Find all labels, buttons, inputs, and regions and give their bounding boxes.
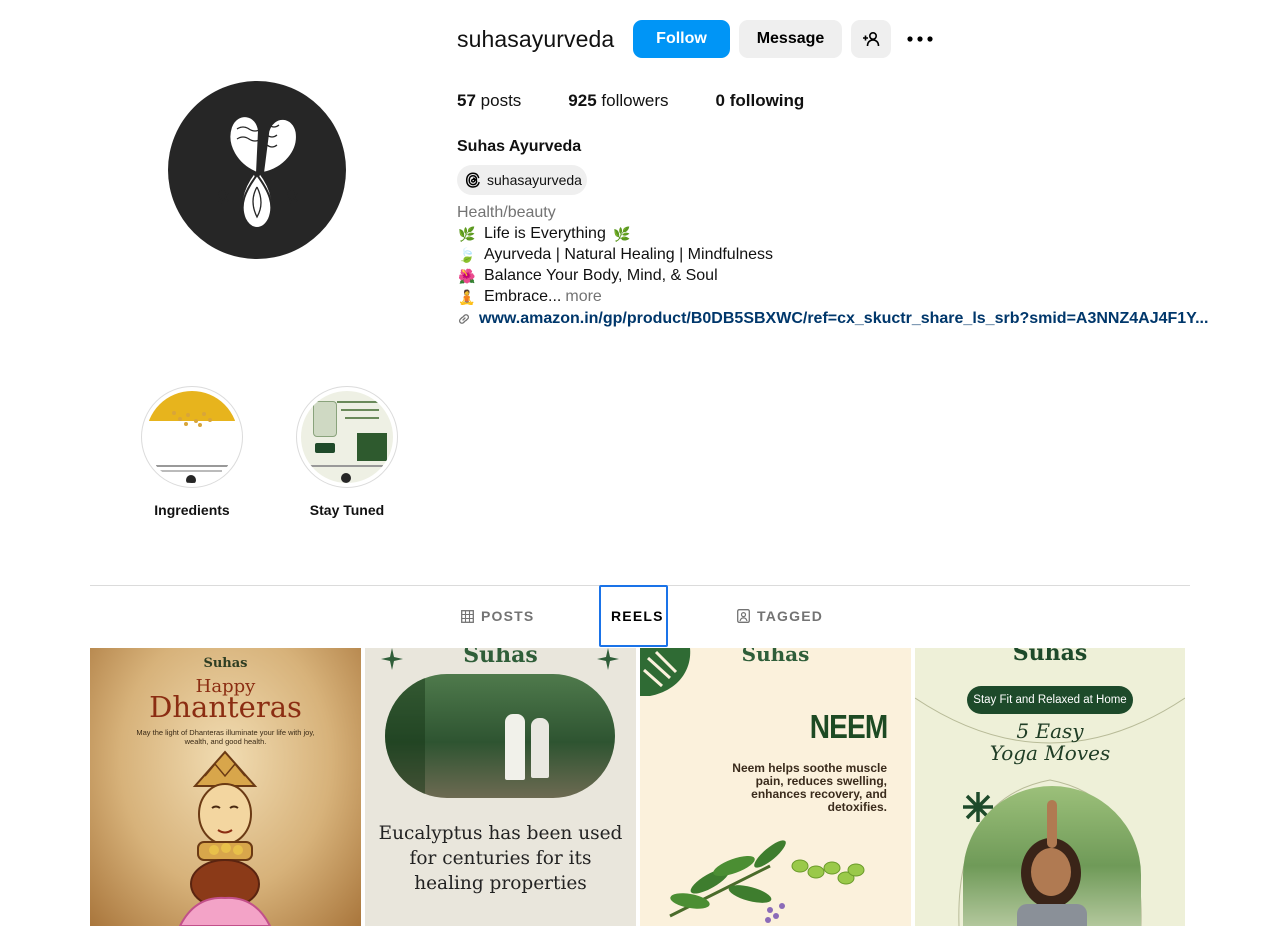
bio-text: Embrace...	[484, 288, 562, 305]
herb-emoji-icon: 🌿	[613, 225, 631, 242]
herb-emoji-icon: 🌿	[458, 225, 476, 242]
highlight-label: Stay Tuned	[309, 502, 385, 518]
tile-text: May the light of Dhanteras illuminate yo…	[136, 728, 315, 746]
tile-title: Dhanteras	[149, 690, 302, 724]
tab-label: REELS	[611, 608, 664, 624]
reel-tile[interactable]: Suhas NEEM Neem helps soothe muscle pain…	[640, 648, 911, 926]
tile-caption: Eucalyptus has been used for centuries f…	[378, 823, 623, 894]
sparkle-icon	[381, 648, 403, 670]
monstera-leaf-icon	[640, 648, 691, 696]
reel-tile[interactable]: Suhas Happy Dhanteras May the light of D…	[90, 648, 361, 926]
following-label: following	[729, 91, 805, 110]
threads-badge[interactable]: suhasayurveda	[457, 165, 587, 195]
leaf-emoji-icon: 🍃	[458, 246, 476, 263]
profile-external-link[interactable]: www.amazon.in/gp/product/B0DB5SBXWC/ref=…	[457, 310, 1208, 328]
bio-text: Balance Your Body, Mind, & Soul	[484, 267, 718, 284]
story-highlight-stay-tuned[interactable]: Stay Tuned	[296, 386, 398, 518]
tile-title: NEEM	[809, 708, 887, 745]
posts-stat: 57 posts	[457, 91, 521, 111]
tile-photo	[385, 674, 615, 798]
followers-count: 925	[568, 91, 597, 110]
posts-count: 57	[457, 91, 476, 110]
profile-avatar[interactable]	[168, 81, 346, 259]
bio-text: Ayurveda | Natural Healing | Mindfulness	[484, 246, 774, 263]
bio-line: 🧘 Embrace... more	[457, 288, 602, 306]
highlight-ring	[141, 386, 243, 488]
meditation-emoji-icon: 🧘	[458, 288, 476, 305]
tab-posts[interactable]: POSTS	[461, 585, 534, 647]
reel-tile[interactable]: Suhas Eucalyptus has been used for centu…	[365, 648, 636, 926]
sparkle-icon	[597, 648, 619, 670]
message-button[interactable]: Message	[739, 20, 842, 58]
tile-title-line: 5 Easy	[1016, 719, 1084, 743]
tile-pill-label: Stay Fit and Relaxed at Home	[967, 686, 1133, 714]
tile-brand: Suhas	[463, 648, 538, 668]
flower-emoji-icon: 🌺	[458, 267, 476, 284]
bio-more-link[interactable]: more	[565, 288, 601, 306]
profile-link-text: www.amazon.in/gp/product/B0DB5SBXWC/ref=…	[479, 310, 1209, 327]
highlight-label: Ingredients	[154, 502, 230, 518]
posts-label: posts	[480, 91, 522, 110]
story-highlight-ingredients[interactable]: Ingredients	[141, 386, 243, 518]
following-count: 0	[715, 91, 725, 110]
bio-text: Life is Everything	[484, 225, 606, 242]
link-icon	[459, 314, 469, 324]
profile-stats: 57 posts 925 followers 0 following	[457, 91, 851, 111]
followers-stat[interactable]: 925 followers	[568, 91, 668, 111]
add-person-icon	[863, 31, 880, 47]
threads-handle: suhasayurveda	[487, 172, 582, 188]
tile-text: Neem helps soothe muscle pain, reduces s…	[732, 761, 887, 814]
tab-tagged[interactable]: TAGGED	[737, 585, 823, 647]
reel-tile[interactable]: Suhas Stay Fit and Relaxed at Home 5 Eas…	[915, 648, 1185, 926]
profile-full-name: Suhas Ayurveda	[457, 138, 582, 155]
threads-icon	[465, 172, 480, 188]
bio-line: 🌿 Life is Everything 🌿	[457, 225, 639, 243]
bio-line: 🌺 Balance Your Body, Mind, & Soul	[457, 267, 718, 285]
following-stat[interactable]: 0 following	[716, 91, 805, 111]
neem-leaves-illustration-icon	[669, 840, 865, 923]
tile-title-line: Yoga Moves	[989, 741, 1111, 765]
profile-username: suhasayurveda	[457, 26, 615, 52]
follow-button[interactable]: Follow	[633, 20, 730, 58]
tab-label: TAGGED	[757, 608, 824, 624]
more-options-icon	[907, 36, 933, 42]
bio-line: 🍃 Ayurveda | Natural Healing | Mindfulne…	[457, 246, 773, 264]
profile-category: Health/beauty	[457, 204, 556, 221]
grid-icon	[461, 609, 474, 623]
tile-title: 5 Easy Yoga Moves	[915, 720, 1185, 764]
highlight-cover-image	[301, 391, 393, 483]
more-options-button[interactable]	[901, 20, 939, 58]
suggested-accounts-button[interactable]	[851, 20, 891, 58]
followers-label: followers	[601, 91, 669, 110]
tile-brand: Suhas	[203, 656, 248, 671]
highlight-ring	[296, 386, 398, 488]
goddess-illustration-icon	[178, 750, 272, 926]
tab-label: POSTS	[481, 608, 535, 624]
tagged-icon	[737, 609, 750, 623]
highlight-cover-image	[146, 391, 238, 483]
tab-reels[interactable]: REELS	[599, 585, 668, 647]
brand-logo-icon	[216, 115, 299, 229]
